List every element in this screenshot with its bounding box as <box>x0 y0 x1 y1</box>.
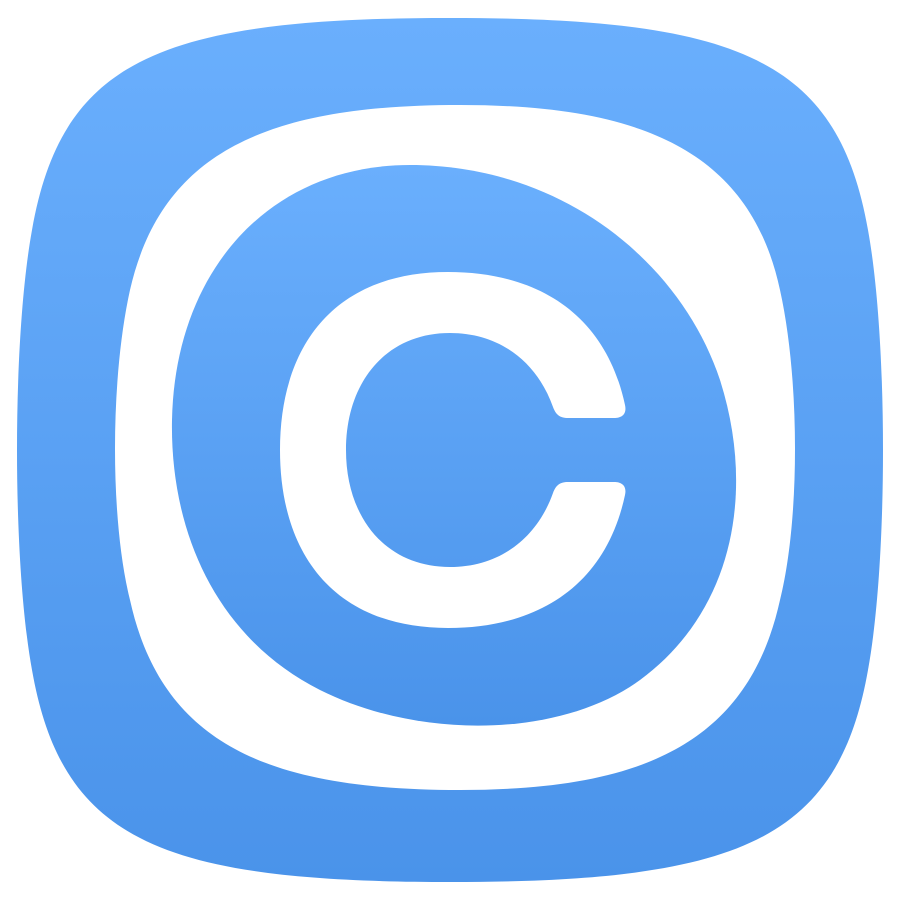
app-icon-canvas <box>0 0 900 900</box>
copyright-icon <box>17 18 883 882</box>
